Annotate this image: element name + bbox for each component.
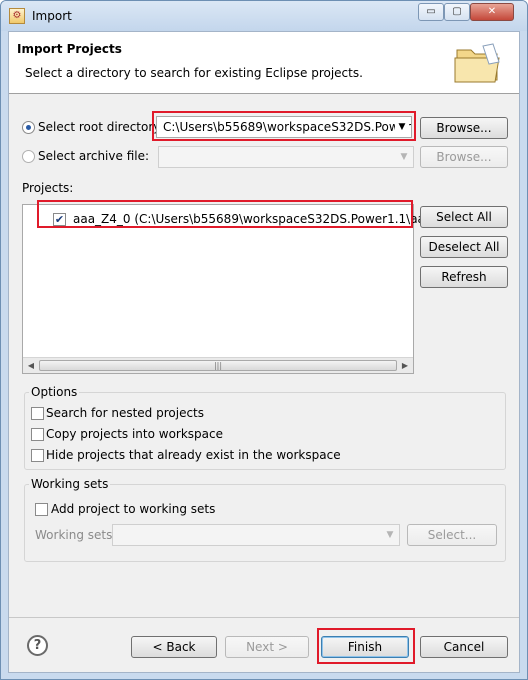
folder-icon <box>454 43 500 83</box>
cancel-button[interactable]: Cancel <box>420 636 508 658</box>
chevron-down-icon[interactable]: ▼ <box>397 147 411 167</box>
scroll-thumb[interactable]: ||| <box>39 360 397 371</box>
projects-label: Projects: <box>22 181 74 195</box>
working-sets-group <box>24 484 506 562</box>
select-archive-file-radio[interactable] <box>22 150 35 163</box>
search-nested-checkbox[interactable] <box>31 407 44 420</box>
select-root-directory-radio[interactable] <box>22 121 35 134</box>
import-dialog: ⚙ Import ▭ ▢ ✕ Import Projects Select a … <box>0 0 528 680</box>
copy-projects-checkbox[interactable] <box>31 428 44 441</box>
footer-separator <box>9 617 519 618</box>
projects-list[interactable]: ✔ aaa_Z4_0 (C:\Users\b55689\workspaceS32… <box>22 204 480 374</box>
hide-existing-label: Hide projects that already exist in the … <box>46 448 341 462</box>
scroll-right-icon[interactable]: ▶ <box>397 358 413 373</box>
select-root-directory-label: Select root directory: <box>38 120 164 134</box>
search-nested-label: Search for nested projects <box>46 406 205 420</box>
select-archive-file-label: Select archive file: <box>38 149 150 163</box>
hide-existing-checkbox[interactable] <box>31 449 44 462</box>
working-sets-title: Working sets <box>29 477 111 491</box>
dialog-content: Import Projects Select a directory to se… <box>8 31 520 673</box>
add-to-working-sets-checkbox[interactable] <box>35 503 48 516</box>
working-sets-label: Working sets: <box>35 528 117 542</box>
browse-directory-button[interactable]: Browse... <box>420 117 508 139</box>
refresh-button[interactable]: Refresh <box>420 266 508 288</box>
select-working-sets-button[interactable]: Select... <box>407 524 497 546</box>
title-bar[interactable]: ⚙ Import ▭ ▢ ✕ <box>1 1 527 31</box>
eclipse-wizard-icon: ⚙ <box>9 8 25 24</box>
wizard-header: Import Projects Select a directory to se… <box>9 32 519 94</box>
add-to-working-sets-label: Add project to working sets <box>51 502 216 516</box>
project-highlight <box>37 200 413 228</box>
window-title: Import <box>32 9 72 23</box>
minimize-button[interactable]: ▭ <box>418 3 444 21</box>
browse-archive-button[interactable]: Browse... <box>420 146 508 168</box>
options-title: Options <box>29 385 80 399</box>
help-icon[interactable]: ? <box>27 635 48 656</box>
next-button[interactable]: Next > <box>225 636 309 658</box>
deselect-all-button[interactable]: Deselect All <box>420 236 508 258</box>
select-all-button[interactable]: Select All <box>420 206 508 228</box>
horizontal-scrollbar[interactable]: ◀ ||| ▶ <box>23 357 413 373</box>
working-sets-combo[interactable]: ▼ <box>112 524 400 546</box>
copy-projects-label: Copy projects into workspace <box>46 427 224 441</box>
root-directory-highlight <box>152 111 416 141</box>
page-description: Select a directory to search for existin… <box>25 66 363 80</box>
close-button[interactable]: ✕ <box>470 3 514 21</box>
page-title: Import Projects <box>17 42 122 56</box>
chevron-down-icon[interactable]: ▼ <box>383 525 397 545</box>
scroll-left-icon[interactable]: ◀ <box>23 358 39 373</box>
maximize-button[interactable]: ▢ <box>444 3 470 21</box>
finish-highlight <box>317 628 415 664</box>
archive-file-combo[interactable]: ▼ <box>158 146 414 168</box>
back-button[interactable]: < Back <box>131 636 217 658</box>
